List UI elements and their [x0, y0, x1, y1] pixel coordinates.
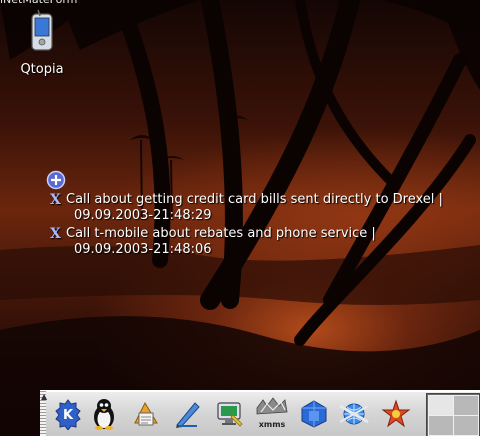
qtopia-pda-icon: [26, 8, 58, 62]
app-launcher-icon: [381, 399, 411, 428]
pager-desktop-2[interactable]: [453, 395, 479, 416]
tux-launcher[interactable]: [86, 396, 122, 432]
kde-menu-icon: K: [55, 399, 81, 430]
office-suite-launcher[interactable]: [128, 396, 164, 432]
kde-menu-button[interactable]: K: [50, 396, 86, 432]
partial-window-title: iNetMateForm: [0, 0, 77, 6]
todo-timestamp: 09.09.2003-21:48:06: [74, 242, 212, 257]
pager-desktop-1[interactable]: [428, 395, 454, 416]
x-bullet-icon: X: [50, 226, 61, 242]
app-launcher[interactable]: [378, 396, 414, 432]
tux-penguin-icon: [94, 399, 114, 430]
desktop-pager: [426, 393, 480, 436]
svg-text:K: K: [63, 408, 74, 423]
file-manager-icon: [301, 400, 327, 428]
todo-title: Call about getting credit card bills sen…: [66, 192, 443, 207]
display-settings-launcher[interactable]: [212, 396, 248, 432]
desktop-icon-label: Qtopia: [20, 62, 64, 77]
palm-tree-silhouettes: [0, 0, 480, 436]
panel-up-arrow-icon: ▲: [41, 392, 48, 401]
x-bullet-icon: X: [50, 192, 61, 208]
add-circle-icon: [46, 170, 66, 190]
text-editor-launcher[interactable]: [170, 396, 206, 432]
pager-desktop-4[interactable]: [453, 415, 479, 436]
panel-hide-handle[interactable]: ▲: [40, 391, 48, 436]
xmms-label: xmms: [258, 420, 286, 429]
display-settings-icon: [217, 402, 243, 427]
desktop-wallpaper: [0, 0, 480, 436]
todo-timestamp: 09.09.2003-21:48:29: [74, 208, 212, 223]
add-todo-button[interactable]: [46, 170, 66, 190]
xmms-launcher[interactable]: xmms: [254, 396, 290, 432]
todo-title: Call t-mobile about rebates and phone se…: [66, 226, 376, 241]
office-suite-icon: [134, 401, 158, 426]
desktop-icon-qtopia[interactable]: Qtopia: [12, 8, 72, 80]
kicker-panel: ▲ K xmms: [40, 390, 480, 436]
web-browser-icon: [339, 403, 369, 425]
text-editor-icon: [176, 402, 200, 428]
web-browser-launcher[interactable]: [336, 396, 372, 432]
file-manager-launcher[interactable]: [296, 396, 332, 432]
pager-desktop-3[interactable]: [428, 415, 454, 436]
xmms-icon: [256, 397, 288, 415]
